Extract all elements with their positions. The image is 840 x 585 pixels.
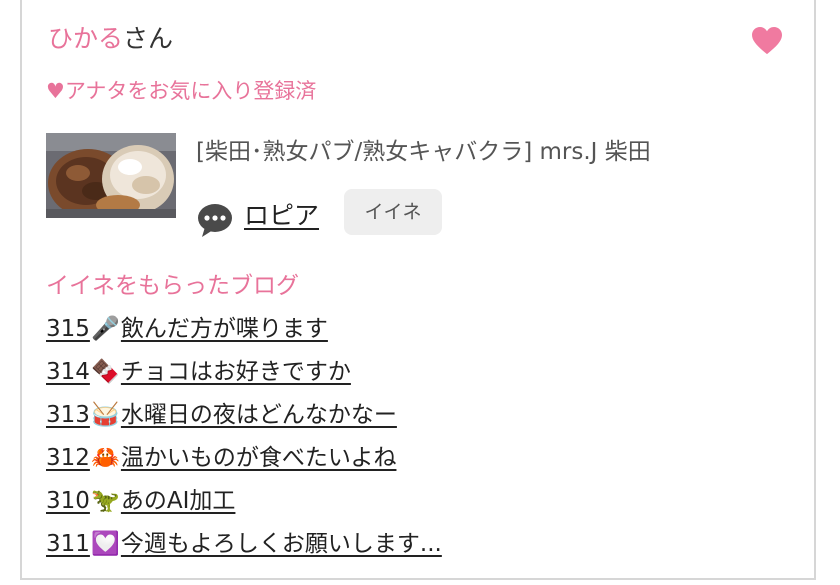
list-item: 311💟今週もよろしくお願いします... xyxy=(46,527,442,570)
blog-link-315[interactable]: 315🎤飲んだ方が喋ります xyxy=(46,316,328,342)
dessert-photo xyxy=(46,133,176,218)
user-honorific: さん xyxy=(123,24,174,53)
crab-icon: 🦀 xyxy=(91,445,120,471)
user-row: ひかるさん xyxy=(48,22,173,56)
dinosaur-icon: 🦖 xyxy=(91,488,120,514)
list-item: 314🍫チョコはお好きですか xyxy=(46,355,442,398)
list-item: 312🦀温かいものが食べたいよね xyxy=(46,441,442,484)
favorite-user-card: ひかるさん ♥アナタをお気に入り登録済 [柴田･熟女パブ/熟女キャバクラ] mr… xyxy=(20,0,816,580)
blog-link-310[interactable]: 310🦖あのAI加工 xyxy=(46,488,235,514)
blog-link-314[interactable]: 314🍫チョコはお好きですか xyxy=(46,359,351,385)
microphone-icon: 🎤 xyxy=(91,316,120,342)
heart-decoration-icon: 💟 xyxy=(91,531,120,557)
iine-button[interactable]: イイネ xyxy=(344,189,442,235)
blog-link-313[interactable]: 313🥁水曜日の夜はどんなかなー xyxy=(46,402,397,428)
drum-icon: 🥁 xyxy=(91,402,120,428)
received-likes-heading: イイネをもらったブログ xyxy=(46,273,299,299)
chocolate-icon: 🍫 xyxy=(91,359,120,385)
blog-link-311[interactable]: 311💟今週もよろしくお願いします... xyxy=(46,531,442,557)
speech-bubble-icon xyxy=(198,204,232,237)
blog-link-312[interactable]: 312🦀温かいものが食べたいよね xyxy=(46,445,396,471)
shop-info[interactable]: [柴田･熟女パブ/熟女キャバクラ] mrs.J 柴田 xyxy=(196,136,651,168)
list-item: 313🥁水曜日の夜はどんなかなー xyxy=(46,398,442,441)
favorite-status: ♥アナタをお気に入り登録済 xyxy=(46,79,317,103)
liked-blog-title-link[interactable]: ロピア xyxy=(244,199,319,233)
user-name[interactable]: ひかる xyxy=(48,24,123,53)
heart-icon[interactable] xyxy=(752,26,782,56)
blog-thumbnail[interactable] xyxy=(46,133,176,218)
list-item: 315🎤飲んだ方が喋ります xyxy=(46,312,442,355)
received-likes-list: 315🎤飲んだ方が喋ります 314🍫チョコはお好きですか 313🥁水曜日の夜はど… xyxy=(46,312,442,570)
list-item: 310🦖あのAI加工 xyxy=(46,484,442,527)
